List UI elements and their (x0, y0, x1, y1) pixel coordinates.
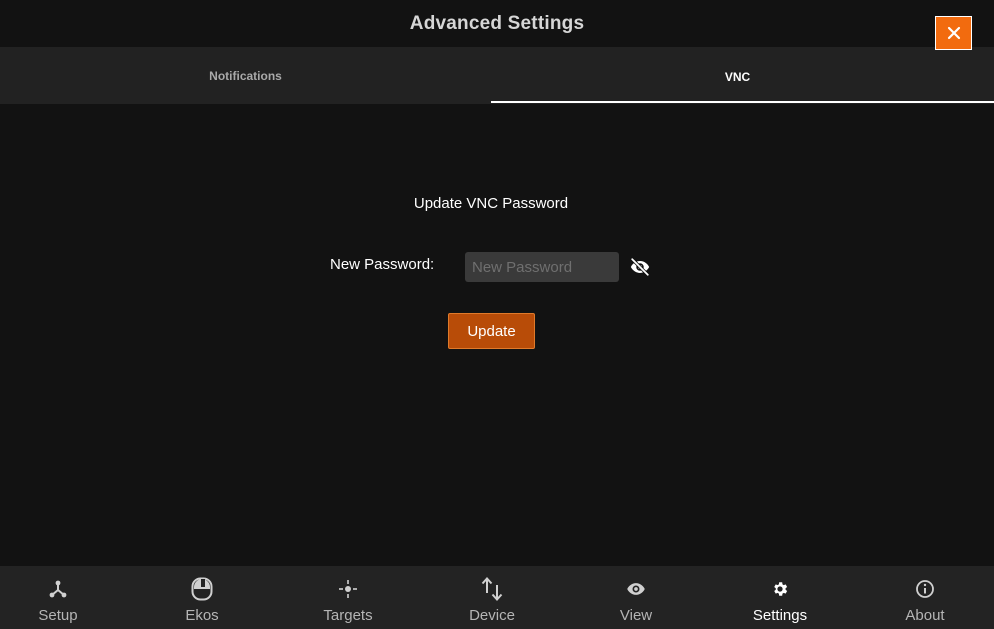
update-button[interactable]: Update (448, 313, 535, 349)
swap-vertical-icon (481, 577, 503, 601)
password-visibility-toggle[interactable] (629, 256, 651, 278)
tab-selected-indicator (491, 101, 994, 103)
eye-off-icon (630, 257, 650, 277)
hub-icon (49, 580, 67, 598)
eye-icon (627, 583, 645, 595)
info-icon (916, 580, 934, 598)
nav-item-device[interactable]: Device (421, 566, 563, 629)
nav-item-targets[interactable]: Targets (277, 566, 419, 629)
vnc-settings-panel: Update VNC Password New Password: Update (0, 104, 994, 566)
section-heading: Update VNC Password (413, 195, 569, 212)
nav-item-about[interactable]: About (854, 566, 994, 629)
nav-item-view[interactable]: View (565, 566, 707, 629)
new-password-input[interactable] (465, 252, 619, 282)
crosshair-icon (339, 580, 357, 598)
telescope-dome-icon (191, 577, 213, 601)
update-button-label: Update (467, 322, 516, 340)
nav-label-setup: Setup (38, 607, 78, 624)
tab-notifications-label: Notifications (209, 69, 282, 83)
nav-item-ekos[interactable]: Ekos (131, 566, 273, 629)
tab-bar: Notifications VNC (0, 47, 994, 104)
title-bar: Advanced Settings (0, 0, 994, 47)
new-password-label: New Password: (330, 256, 435, 273)
nav-label-about: About (905, 607, 945, 624)
nav-label-settings: Settings (752, 607, 808, 624)
nav-label-device: Device (469, 607, 515, 624)
nav-label-ekos: Ekos (185, 607, 219, 624)
close-button[interactable] (935, 16, 972, 50)
nav-item-setup[interactable]: Setup (0, 566, 129, 629)
nav-item-settings[interactable]: Settings (709, 566, 851, 629)
nav-label-targets: Targets (323, 607, 373, 624)
gear-icon (774, 582, 788, 596)
tab-vnc[interactable]: VNC (491, 47, 994, 104)
bottom-nav: Setup Ekos Targets Device View Settings … (0, 566, 994, 629)
tab-vnc-label: VNC (724, 69, 751, 84)
nav-label-view: View (619, 607, 653, 624)
page-title: Advanced Settings (409, 12, 585, 34)
close-icon (947, 26, 960, 40)
tab-notifications[interactable]: Notifications (0, 47, 491, 104)
